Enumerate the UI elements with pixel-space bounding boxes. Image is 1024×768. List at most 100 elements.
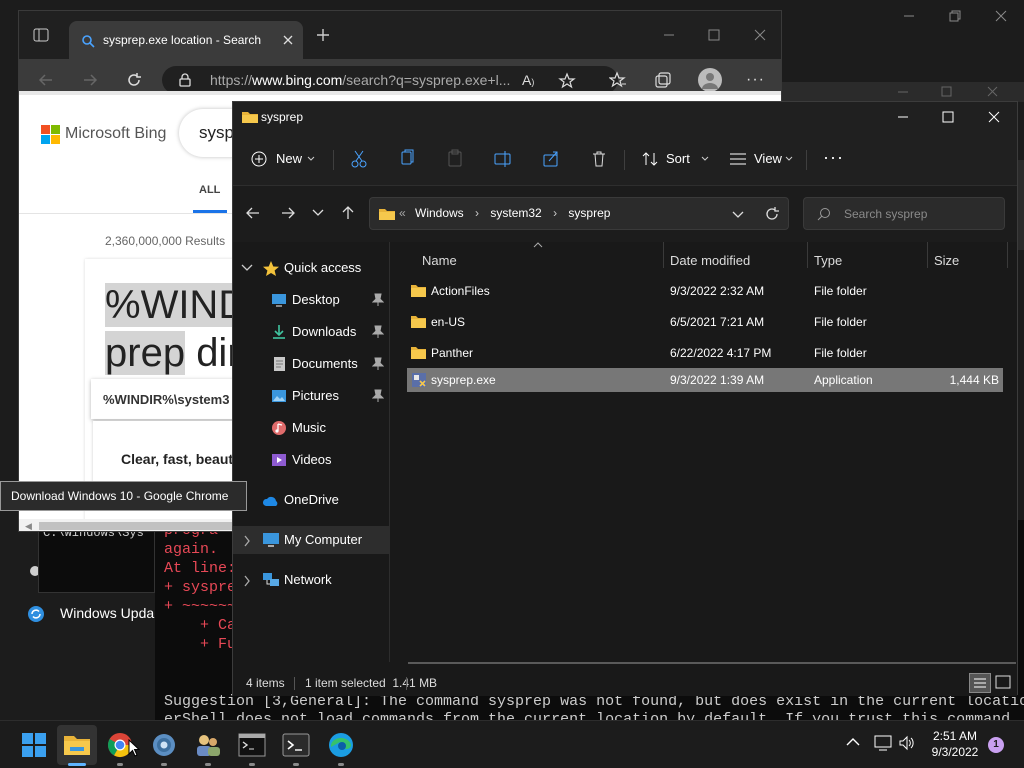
notification-badge[interactable]: 1 (988, 737, 1004, 753)
breadcrumb-separator-icon[interactable]: › (475, 206, 479, 220)
overflow-chevron-icon[interactable]: « (399, 206, 406, 220)
up-arrow-icon[interactable] (340, 205, 356, 221)
back-icon[interactable] (37, 71, 55, 89)
chrome-tab-active[interactable]: sysprep.exe location - Search (69, 21, 303, 59)
collections-icon[interactable] (654, 71, 672, 89)
column-separator[interactable] (663, 242, 664, 268)
back-arrow-icon[interactable] (245, 205, 261, 221)
nav-label: Documents (292, 356, 358, 371)
tab-all[interactable]: ALL (199, 184, 220, 196)
rename-icon[interactable] (494, 147, 512, 171)
column-separator[interactable] (1007, 242, 1008, 268)
file-row[interactable]: ActionFiles 9/3/2022 2:32 AM File folder (407, 279, 1003, 303)
reload-icon[interactable] (125, 71, 143, 89)
address-dropdown-icon[interactable] (732, 210, 744, 220)
ps-line: again. (164, 541, 219, 558)
tab-actions-icon[interactable] (33, 27, 49, 43)
tab-close-icon[interactable] (281, 33, 295, 47)
column-separator[interactable] (927, 242, 928, 268)
file-row-selected[interactable]: sysprep.exe 9/3/2022 1:39 AM Application… (407, 368, 1003, 392)
bing-logo-text[interactable]: Microsoft Bing (65, 125, 166, 143)
nav-item-pictures[interactable]: Pictures (233, 382, 390, 410)
url-text[interactable]: https://www.bing.com/search?q=sysprep.ex… (210, 72, 510, 88)
recent-locations-icon[interactable] (312, 208, 324, 218)
column-separator[interactable] (807, 242, 808, 268)
settings-gear-icon[interactable] (148, 729, 180, 761)
new-tab-icon[interactable] (315, 27, 331, 43)
nav-item-documents[interactable]: Documents (233, 350, 390, 378)
breadcrumb-separator-icon[interactable]: › (553, 206, 557, 220)
microsoft-logo-icon[interactable] (41, 125, 61, 145)
explorer-maximize-icon[interactable] (940, 109, 956, 125)
see-more-icon[interactable]: ··· (823, 147, 844, 171)
background-close-icon[interactable] (991, 6, 1011, 26)
background-restore-icon[interactable] (945, 6, 965, 26)
delete-icon[interactable] (590, 147, 608, 171)
nav-item-downloads[interactable]: Downloads (233, 318, 390, 346)
copy-icon[interactable] (398, 147, 416, 171)
nav-onedrive[interactable]: OneDrive (233, 486, 390, 514)
lock-icon[interactable] (178, 73, 192, 87)
column-header-size[interactable]: Size (934, 248, 959, 274)
chrome-maximize-icon[interactable] (706, 27, 722, 43)
show-hidden-icons-chevron-icon[interactable] (846, 737, 860, 747)
ad-text[interactable]: Clear, fast, beaut (121, 451, 233, 467)
horizontal-scrollbar[interactable] (408, 662, 1016, 664)
column-header-date[interactable]: Date modified (670, 248, 750, 274)
file-explorer-taskbar-icon[interactable] (61, 729, 93, 761)
breadcrumb-item[interactable]: sysprep (568, 206, 610, 220)
command-prompt-icon[interactable] (236, 729, 268, 761)
address-bar[interactable]: https://www.bing.com/search?q=sysprep.ex… (162, 66, 618, 94)
chrome-close-icon[interactable] (752, 27, 768, 43)
breadcrumb-item[interactable]: Windows (415, 206, 464, 220)
scrollbar-thumb[interactable] (39, 522, 239, 530)
explorer-minimize-icon[interactable] (895, 109, 911, 125)
column-header-type[interactable]: Type (814, 248, 842, 274)
details-view-icon[interactable] (969, 673, 991, 693)
clock-time[interactable]: 2:51 AM (926, 729, 984, 743)
share-icon[interactable] (542, 147, 560, 171)
url-path: /search?q=sysprep.exe+l... (342, 72, 511, 88)
edge-browser-icon[interactable] (325, 729, 357, 761)
scroll-left-icon[interactable]: ◀ (25, 521, 32, 531)
nav-item-music[interactable]: Music (233, 414, 390, 442)
refresh-icon[interactable] (764, 206, 780, 222)
pictures-icon (272, 390, 286, 402)
breadcrumb: Windows › system32 › sysprep (415, 206, 610, 220)
cut-icon[interactable] (350, 147, 368, 171)
paste-icon[interactable] (446, 147, 464, 171)
nav-network[interactable]: Network (233, 566, 390, 594)
terminal-icon[interactable] (280, 729, 312, 761)
large-icons-view-icon[interactable] (993, 673, 1015, 693)
nav-quick-access[interactable]: Quick access (233, 254, 390, 282)
forward-arrow-icon[interactable] (280, 205, 296, 221)
add-favorite-icon[interactable] (558, 72, 576, 90)
nav-item-videos[interactable]: Videos (233, 446, 390, 474)
running-indicator (338, 763, 344, 766)
file-row[interactable]: en-US 6/5/2021 7:21 AM File folder (407, 310, 1003, 334)
network-status-icon[interactable] (874, 735, 892, 751)
explorer-close-icon[interactable] (986, 109, 1002, 125)
chrome-minimize-icon[interactable] (661, 27, 677, 43)
background-minimize-icon[interactable] (899, 6, 919, 26)
volume-icon[interactable] (898, 735, 916, 751)
user-accounts-icon[interactable] (192, 729, 224, 761)
start-windows-icon[interactable] (18, 729, 50, 761)
tab-title: sysprep.exe location - Search (103, 33, 262, 47)
file-row[interactable]: Panther 6/22/2022 4:17 PM File folder (407, 341, 1003, 365)
read-aloud-icon[interactable]: A) (522, 72, 534, 88)
favorites-icon[interactable] (609, 71, 627, 89)
column-header-name[interactable]: Name (422, 248, 457, 274)
more-options-icon[interactable]: ··· (746, 71, 765, 89)
path-snippet[interactable]: %WINDIR%\system3 (103, 392, 229, 407)
nav-my-computer[interactable]: My Computer (233, 526, 390, 554)
breadcrumb-item[interactable]: system32 (490, 206, 541, 220)
search-box[interactable]: Search sysprep (803, 197, 1005, 230)
pin-icon (372, 389, 384, 402)
clock-date[interactable]: 9/3/2022 (926, 745, 984, 759)
profile-avatar[interactable] (698, 68, 722, 92)
windows-update-label[interactable]: Windows Upda (60, 605, 154, 621)
nav-item-desktop[interactable]: Desktop (233, 286, 390, 314)
address-bar[interactable]: « Windows › system32 › sysprep (369, 197, 789, 230)
forward-icon[interactable] (81, 71, 99, 89)
